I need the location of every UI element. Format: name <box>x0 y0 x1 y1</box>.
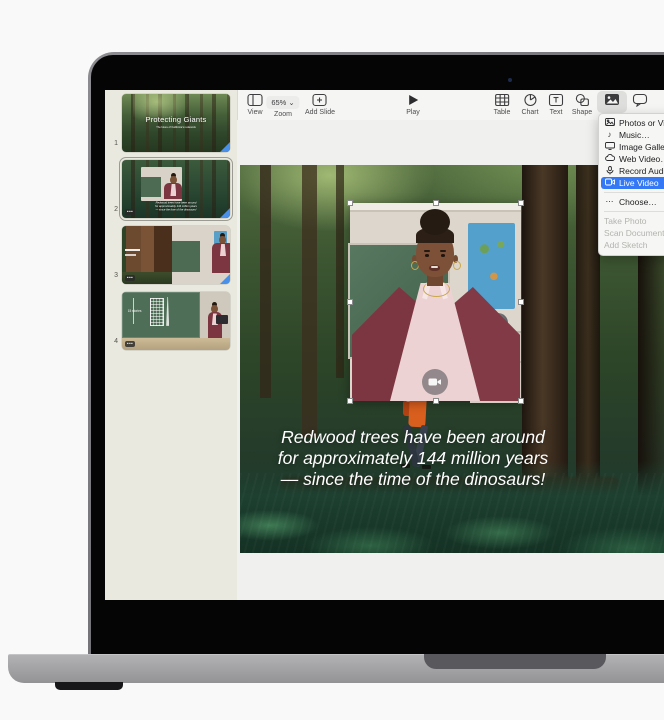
thumb2-video-inset <box>141 167 182 201</box>
thumb4-building-sketch <box>150 298 163 326</box>
slide-2-notes-badge: ••• <box>125 209 135 216</box>
music-note-icon: ♪ <box>604 131 615 139</box>
thumb1-slide-subtitle: The future of California's redwoods <box>130 125 222 128</box>
live-video-object[interactable] <box>350 203 521 401</box>
slide-3-number: 3 <box>107 272 118 279</box>
resize-handle-n[interactable] <box>433 200 439 206</box>
live-video-camera-badge-icon <box>422 369 448 395</box>
comment-button[interactable] <box>633 92 648 108</box>
slide-1-corner-flag <box>220 142 230 152</box>
thumb4-tree-sketch <box>166 297 169 326</box>
microphone-icon <box>604 166 615 177</box>
media-photo-icon <box>604 92 620 108</box>
menu-item-image-gallery[interactable]: Image Gallery <box>599 141 664 153</box>
menu-item-take-photo-disabled: Take Photo <box>599 215 664 227</box>
chart-label: Chart <box>521 109 538 116</box>
chevron-down-icon: ⌄ <box>288 98 294 107</box>
add-slide-icon <box>305 92 335 108</box>
zoom-pill[interactable]: 65%⌄ <box>266 96 299 109</box>
play-icon <box>406 92 420 108</box>
caption-line-3: — since the time of the dinosaurs! <box>240 469 586 490</box>
chart-button[interactable]: Chart <box>521 92 538 116</box>
menu-item-add-sketch-disabled: Add Sketch <box>599 239 664 251</box>
media-button[interactable] <box>604 92 620 108</box>
menu-item-music[interactable]: ♪ Music… <box>599 129 664 141</box>
apple-marketing-scene: { "toolbar": { "view_label": "View", "zo… <box>0 0 664 720</box>
webcam-icon <box>508 78 512 82</box>
slide-4-number: 4 <box>107 338 118 345</box>
zoom-value: 65% <box>271 98 286 107</box>
macbook-lid-notch <box>424 654 606 669</box>
slide-4-notes-badge: ••• <box>125 341 135 348</box>
shape-label: Shape <box>572 109 592 116</box>
keynote-window: View 65%⌄ Zoom Add Slide Play Table <box>105 90 664 600</box>
menu-item-photos-or-video[interactable]: Photos or Video <box>599 117 664 129</box>
view-button[interactable]: View <box>247 92 263 116</box>
table-icon <box>494 92 511 108</box>
view-label: View <box>247 109 263 116</box>
resize-handle-nw[interactable] <box>347 200 353 206</box>
media-dropdown-menu: Photos or Video ♪ Music… Image Gallery W… <box>598 113 664 256</box>
thumb1-slide-title: Protecting Giants <box>122 115 230 124</box>
text-button[interactable]: Text <box>549 92 564 116</box>
slide-navigator: 1 Protecting Giants The future of Califo… <box>105 90 238 600</box>
caption-line-1: Redwood trees have been around <box>240 427 586 448</box>
resize-handle-s[interactable] <box>433 398 439 404</box>
menu-item-choose[interactable]: ⋯ Choose… <box>599 196 664 208</box>
chart-icon <box>521 92 538 108</box>
slide-thumbnail-3[interactable]: ••• <box>122 226 230 284</box>
resize-handle-w[interactable] <box>347 299 353 305</box>
menu-item-web-video[interactable]: Web Video… <box>599 153 664 165</box>
web-video-cloud-icon <box>604 154 615 164</box>
resize-handle-ne[interactable] <box>518 200 524 206</box>
menu-item-live-video-selected[interactable]: Live Video <box>601 177 664 189</box>
macbook-foot <box>55 682 123 690</box>
photos-icon <box>604 118 615 128</box>
play-label: Play <box>406 109 420 116</box>
thumb4-chalkboard-art: 15 stories <box>122 292 200 338</box>
resize-handle-e[interactable] <box>518 299 524 305</box>
slide-thumbnail-2-selected[interactable]: Redwood trees have been around for appro… <box>122 160 230 218</box>
menu-separator <box>604 192 664 193</box>
shape-icon <box>572 92 592 108</box>
slide-3-corner-flag <box>220 274 230 284</box>
thumb2-caption: Redwood trees have been around for appro… <box>127 201 224 211</box>
slide-3-notes-badge: ••• <box>125 275 135 282</box>
comment-bubble-icon <box>633 92 648 108</box>
thumb4-desk <box>122 338 230 350</box>
thumb4-board-label: 15 stories <box>128 309 142 313</box>
add-slide-label: Add Slide <box>305 109 335 116</box>
zoom-control[interactable]: 65%⌄ Zoom <box>266 92 299 118</box>
slide-thumbnail-1[interactable]: Protecting Giants The future of Californ… <box>122 94 230 152</box>
menu-separator <box>604 211 664 212</box>
ellipsis-icon: ⋯ <box>604 198 615 206</box>
sidebar-view-icon <box>247 92 263 108</box>
add-slide-button[interactable]: Add Slide <box>305 92 335 116</box>
slide-1-number: 1 <box>107 140 118 147</box>
text-icon <box>549 92 564 108</box>
slide-caption-textbox[interactable]: Redwood trees have been around for appro… <box>240 427 586 490</box>
menu-item-scan-documents-disabled: Scan Documents <box>599 227 664 239</box>
slide-2-corner-flag <box>220 208 230 218</box>
zoom-label: Zoom <box>266 111 299 118</box>
resize-handle-sw[interactable] <box>347 398 353 404</box>
slide-2-number: 2 <box>107 206 118 213</box>
play-button[interactable]: Play <box>406 92 420 116</box>
live-video-camera-icon <box>604 178 615 188</box>
image-gallery-icon <box>604 142 615 152</box>
resize-handle-se[interactable] <box>518 398 524 404</box>
caption-line-2: for approximately 144 million years <box>240 448 586 469</box>
table-button[interactable]: Table <box>494 92 511 116</box>
thumb4-laptop <box>216 315 228 324</box>
shape-button[interactable]: Shape <box>572 92 592 116</box>
text-label: Text <box>549 109 564 116</box>
slide-thumbnail-4[interactable]: 15 stories ••• <box>122 292 230 350</box>
menu-item-record-audio[interactable]: Record Audio <box>599 165 664 177</box>
table-label: Table <box>494 109 511 116</box>
